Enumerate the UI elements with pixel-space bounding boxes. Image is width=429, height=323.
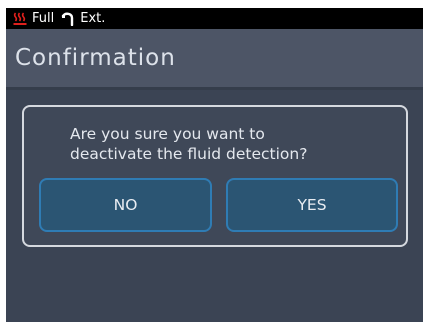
no-button[interactable]: NO xyxy=(39,178,212,232)
header-divider xyxy=(6,87,423,90)
device-screen: Full Ext. Confirmation Are you sure you … xyxy=(6,8,423,322)
heater-icon xyxy=(13,11,28,26)
hook-icon xyxy=(61,12,76,26)
dialog-message-line-2: deactivate the fluid detection? xyxy=(70,145,308,163)
dialog-message: Are you sure you want to deactivate the … xyxy=(70,124,380,164)
page-header: Confirmation xyxy=(6,29,423,87)
yes-button[interactable]: YES xyxy=(226,178,398,232)
confirmation-dialog: Are you sure you want to deactivate the … xyxy=(22,105,408,247)
page-title: Confirmation xyxy=(15,45,176,71)
extension-label: Ext. xyxy=(80,11,106,26)
status-bar: Full Ext. xyxy=(6,8,423,29)
mode-label: Full xyxy=(32,11,55,26)
dialog-message-line-1: Are you sure you want to xyxy=(70,125,265,143)
